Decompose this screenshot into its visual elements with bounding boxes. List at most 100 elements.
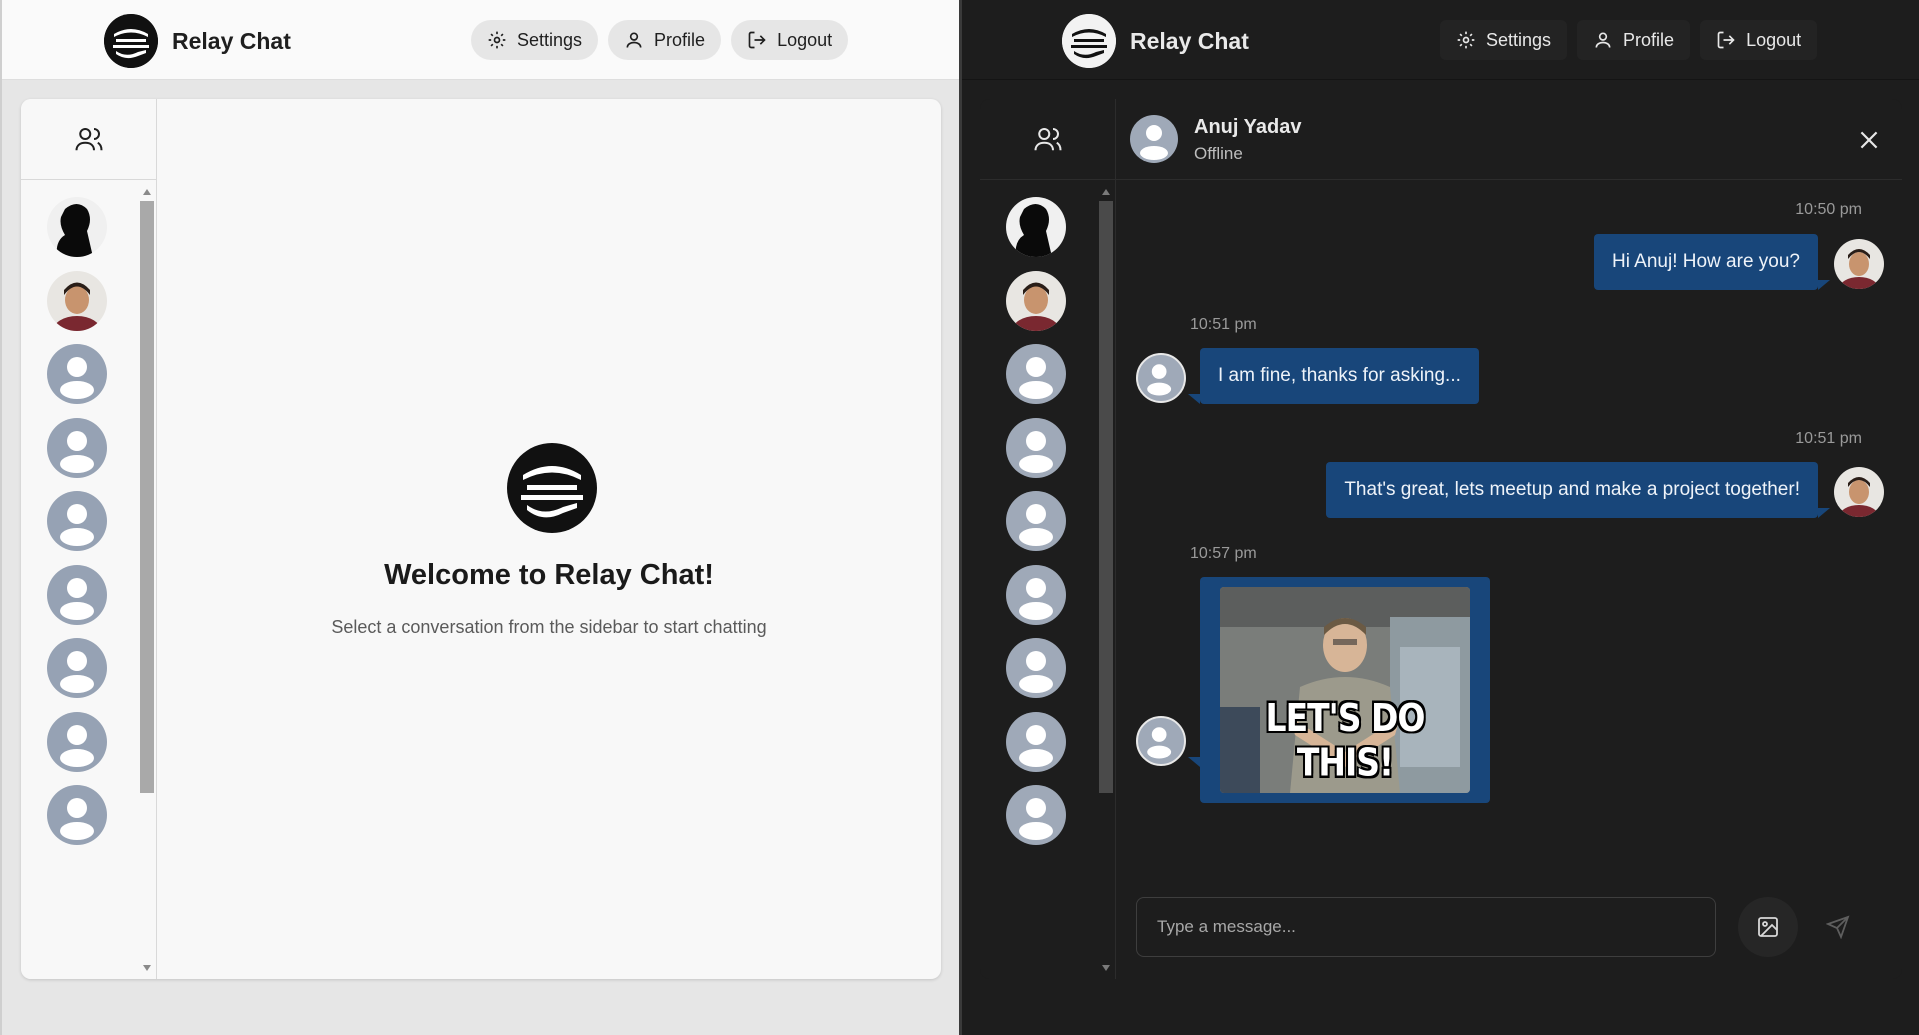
contacts-sidebar xyxy=(21,99,157,979)
logout-label: Logout xyxy=(777,29,833,50)
scroll-down-arrow[interactable] xyxy=(1102,965,1110,971)
message-bubble-sent[interactable]: That's great, lets meetup and make a pro… xyxy=(1326,462,1818,518)
logout-button[interactable]: Logout xyxy=(1700,20,1818,60)
profile-button[interactable]: Profile xyxy=(1577,20,1691,60)
logout-button[interactable]: Logout xyxy=(731,20,849,60)
relay-logo-icon xyxy=(104,14,158,68)
contact-avatar-item[interactable] xyxy=(1006,197,1066,257)
contact-avatar[interactable] xyxy=(1136,716,1186,766)
bubble-tail xyxy=(1818,508,1830,518)
nav-actions: Settings Profile Logout xyxy=(1440,20,1818,60)
contact-avatar-item[interactable] xyxy=(47,491,107,551)
contact-avatar-item[interactable] xyxy=(47,638,107,698)
contact-avatar[interactable] xyxy=(1130,115,1178,163)
contact-avatar[interactable] xyxy=(1136,353,1186,403)
send-button[interactable] xyxy=(1808,897,1868,957)
message-timestamp: 10:50 pm xyxy=(1795,201,1862,218)
my-avatar[interactable] xyxy=(1834,239,1884,289)
sidebar-scrollbar[interactable] xyxy=(138,181,156,979)
contact-avatar-item[interactable] xyxy=(1006,638,1066,698)
chat-pane: Anuj Yadav Offline 10:50 pm Hi Anuj! How… xyxy=(1116,99,1902,979)
main-card: Welcome to Relay Chat! Select a conversa… xyxy=(21,99,941,979)
logout-label: Logout xyxy=(1746,29,1802,50)
message-bubble-received[interactable]: I am fine, thanks for asking... xyxy=(1200,348,1479,404)
contact-list xyxy=(980,181,1098,979)
relay-logo-icon xyxy=(1062,14,1116,68)
gif-caption: LET'S DO THIS! xyxy=(1265,695,1426,785)
close-chat-button[interactable] xyxy=(1856,127,1882,153)
top-navbar: Relay Chat Settings Profile Logout xyxy=(2,0,959,80)
sidebar-header xyxy=(980,99,1115,180)
profile-label: Profile xyxy=(1623,29,1675,50)
app-name: Relay Chat xyxy=(172,27,291,54)
my-avatar[interactable] xyxy=(1834,467,1884,517)
scroll-thumb[interactable] xyxy=(1099,201,1113,793)
contact-avatar-item[interactable] xyxy=(47,564,107,625)
gear-icon xyxy=(1457,31,1475,49)
message-timestamp: 10:51 pm xyxy=(1190,316,1257,333)
settings-button[interactable]: Settings xyxy=(1440,20,1568,60)
image-icon xyxy=(1758,917,1778,937)
contact-list xyxy=(21,181,139,979)
contact-avatar-item[interactable] xyxy=(1006,564,1066,625)
logout-icon xyxy=(748,31,766,49)
scroll-up-arrow[interactable] xyxy=(1102,189,1110,195)
gif-image[interactable]: LET'S DO THIS! xyxy=(1220,587,1470,793)
contact-status: Offline xyxy=(1194,144,1243,163)
settings-button[interactable]: Settings xyxy=(471,20,599,60)
message-timestamp: 10:57 pm xyxy=(1190,545,1257,562)
contacts-sidebar xyxy=(980,99,1116,979)
message-bubble-sent[interactable]: Hi Anuj! How are you? xyxy=(1594,234,1818,290)
contact-avatar-item[interactable] xyxy=(1006,785,1066,845)
bubble-tail xyxy=(1188,757,1200,767)
message-timestamp: 10:51 pm xyxy=(1795,430,1862,447)
gear-icon xyxy=(488,31,506,49)
attach-image-button[interactable] xyxy=(1738,897,1798,957)
chat-header: Anuj Yadav Offline xyxy=(1116,99,1902,180)
logout-icon xyxy=(1717,31,1735,49)
bubble-tail xyxy=(1188,394,1200,404)
top-navbar: Relay Chat Settings Profile Logout xyxy=(962,0,1919,80)
message-list: 10:50 pm Hi Anuj! How are you? 10:51 pm … xyxy=(1116,181,1902,881)
profile-button[interactable]: Profile xyxy=(608,20,722,60)
contact-avatar-item[interactable] xyxy=(47,711,107,772)
scroll-thumb[interactable] xyxy=(140,201,154,793)
nav-actions: Settings Profile Logout xyxy=(471,20,849,60)
contact-avatar-item[interactable] xyxy=(1006,711,1066,772)
message-input[interactable] xyxy=(1136,897,1716,957)
contact-avatar-item[interactable] xyxy=(1006,491,1066,551)
sidebar-scrollbar[interactable] xyxy=(1097,181,1115,979)
contact-avatar-item[interactable] xyxy=(47,270,107,331)
brand[interactable]: Relay Chat xyxy=(104,14,291,68)
user-icon xyxy=(1595,32,1611,48)
message-bubble-gif[interactable]: LET'S DO THIS! xyxy=(1200,577,1490,803)
scroll-up-arrow[interactable] xyxy=(143,189,151,195)
contact-avatar-item[interactable] xyxy=(1006,344,1066,404)
send-icon xyxy=(1826,915,1850,939)
message-composer xyxy=(1116,897,1902,959)
app-name: Relay Chat xyxy=(1130,27,1249,54)
sidebar-header xyxy=(21,99,156,180)
scroll-down-arrow[interactable] xyxy=(143,965,151,971)
dark-app-window: Relay Chat Settings Profile Logout Anuj … xyxy=(959,0,1919,1035)
brand[interactable]: Relay Chat xyxy=(1062,14,1249,68)
contact-avatar-item[interactable] xyxy=(47,197,107,257)
contact-avatar-item[interactable] xyxy=(47,344,107,404)
settings-label: Settings xyxy=(517,29,583,50)
contact-avatar-item[interactable] xyxy=(47,417,107,478)
contact-avatar-item[interactable] xyxy=(1006,270,1066,331)
light-app-window: Relay Chat Settings Profile Logout Welco… xyxy=(0,0,959,1035)
main-card: Anuj Yadav Offline 10:50 pm Hi Anuj! How… xyxy=(980,99,1902,979)
welcome-subtitle: Select a conversation from the sidebar t… xyxy=(331,617,767,637)
relay-logo-icon xyxy=(507,443,597,533)
profile-label: Profile xyxy=(654,29,706,50)
contact-name: Anuj Yadav xyxy=(1194,116,1302,138)
welcome-title: Welcome to Relay Chat! xyxy=(384,559,714,591)
contact-avatar-item[interactable] xyxy=(1006,417,1066,478)
users-icon[interactable] xyxy=(74,124,104,154)
settings-label: Settings xyxy=(1486,29,1552,50)
welcome-pane: Welcome to Relay Chat! Select a conversa… xyxy=(157,99,941,979)
contact-avatar-item[interactable] xyxy=(47,785,107,845)
users-icon[interactable] xyxy=(1033,124,1063,154)
bubble-tail xyxy=(1818,280,1830,290)
